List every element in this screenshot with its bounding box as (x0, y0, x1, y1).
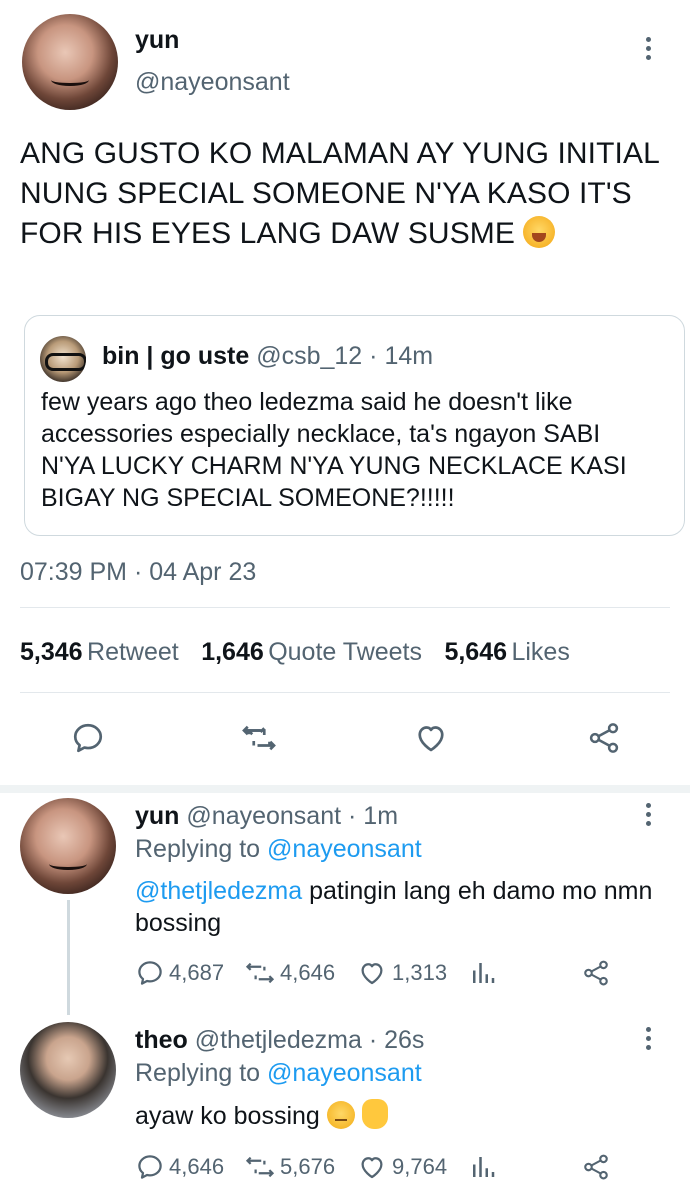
retweet-button[interactable]: 4,646 (244, 958, 335, 988)
more-options-icon[interactable] (644, 803, 654, 830)
reply-text: @thetjledezma patingin lang eh damo mo n… (135, 875, 655, 939)
tweet-text: ANG GUSTO KO MALAMAN AY YUNG INITIAL NUN… (20, 134, 660, 254)
author-handle[interactable]: @nayeonsant (135, 68, 290, 97)
share-button[interactable] (584, 720, 624, 756)
likes-stat[interactable]: 5,646 Likes (444, 638, 569, 666)
like-button[interactable]: 9,764 (356, 1152, 447, 1182)
reply-time: · 1m (348, 802, 399, 830)
replying-to: Replying to @nayeonsant (135, 835, 422, 864)
like-button[interactable] (412, 720, 450, 756)
heart-icon (418, 726, 444, 752)
expressionless-face-icon (326, 1101, 355, 1129)
like-count: 9,764 (392, 1154, 448, 1179)
mention-link[interactable]: @thetjledezma (135, 877, 302, 905)
raised-hand-icon (361, 1099, 388, 1129)
reply-count: 4,646 (169, 1154, 225, 1179)
tweet-body: ANG GUSTO KO MALAMAN AY YUNG INITIAL NUN… (20, 137, 659, 250)
share-icon (584, 1154, 608, 1180)
reply-body: ayaw ko bossing (135, 1102, 320, 1130)
reply-button[interactable]: 4,646 (135, 1152, 224, 1182)
share-button[interactable] (580, 958, 612, 988)
reply-time: · 26s (368, 1026, 425, 1054)
share-button[interactable] (580, 1152, 612, 1182)
author-name[interactable]: yun (135, 26, 179, 55)
share-icon (584, 960, 608, 986)
quote-stat[interactable]: 1,646 Quote Tweets (201, 638, 422, 666)
tweet-stats: 5,346 Retweet 1,646 Quote Tweets 5,646 L… (20, 638, 570, 667)
reply-author-handle[interactable]: @nayeonsant (186, 802, 341, 830)
replying-prefix: Replying to (135, 835, 261, 863)
retweet-icon (245, 1156, 275, 1178)
quoted-time: · 14m (369, 342, 434, 370)
replying-to-link[interactable]: @nayeonsant (267, 1059, 422, 1087)
reply-author-name[interactable]: yun (135, 802, 179, 830)
like-button[interactable]: 1,313 (356, 958, 447, 988)
quoted-header: bin | go uste @csb_12 · 14m (102, 342, 433, 371)
retweet-icon (242, 725, 276, 751)
reply-count: 4,687 (169, 960, 225, 985)
reply-author-name[interactable]: theo (135, 1026, 188, 1054)
section-divider (0, 785, 690, 793)
quoted-author-handle: @csb_12 (256, 342, 363, 370)
analytics-icon (473, 1157, 495, 1177)
retweet-button[interactable] (240, 720, 278, 756)
avatar[interactable] (22, 14, 118, 110)
more-options-icon[interactable] (644, 1027, 654, 1054)
reply-button[interactable]: 4,687 (135, 958, 224, 988)
loudly-crying-face-icon (523, 216, 556, 248)
quoted-avatar (40, 336, 86, 382)
reply-header: yun @nayeonsant · 1m (135, 802, 398, 831)
reply-avatar[interactable] (20, 1022, 116, 1118)
replying-to: Replying to @nayeonsant (135, 1059, 422, 1088)
heart-icon (361, 1157, 383, 1179)
reply-icon (73, 723, 103, 753)
quoted-tweet[interactable]: bin | go uste @csb_12 · 14m few years ag… (24, 315, 685, 536)
reply-button[interactable] (70, 720, 106, 756)
reply-avatar[interactable] (20, 798, 116, 894)
tweet-timestamp[interactable]: 07:39 PM · 04 Apr 23 (20, 558, 256, 587)
replying-to-link[interactable]: @nayeonsant (267, 835, 422, 863)
reply-icon (138, 1155, 162, 1179)
retweet-button[interactable]: 5,676 (244, 1152, 335, 1182)
replying-prefix: Replying to (135, 1059, 261, 1087)
analytics-button[interactable] (468, 958, 498, 988)
retweet-stat[interactable]: 5,346 Retweet (20, 638, 179, 666)
retweet-icon (245, 962, 275, 984)
share-icon (589, 723, 619, 753)
reply-text: ayaw ko bossing (135, 1099, 388, 1132)
reply-author-handle[interactable]: @thetjledezma (195, 1026, 362, 1054)
heart-icon (361, 963, 383, 985)
retweet-count: 5,676 (280, 1154, 336, 1179)
quoted-text: few years ago theo ledezma said he doesn… (41, 388, 627, 512)
like-count: 1,313 (392, 960, 448, 985)
divider (20, 607, 670, 608)
quoted-author-name: bin | go uste (102, 342, 250, 370)
thread-connector (67, 900, 70, 1015)
analytics-button[interactable] (468, 1152, 498, 1182)
reply-icon (138, 961, 162, 985)
reply-header: theo @thetjledezma · 26s (135, 1026, 424, 1055)
retweet-count: 4,646 (280, 960, 336, 985)
analytics-icon (473, 963, 495, 983)
divider (20, 692, 670, 693)
more-options-icon[interactable] (644, 37, 654, 64)
